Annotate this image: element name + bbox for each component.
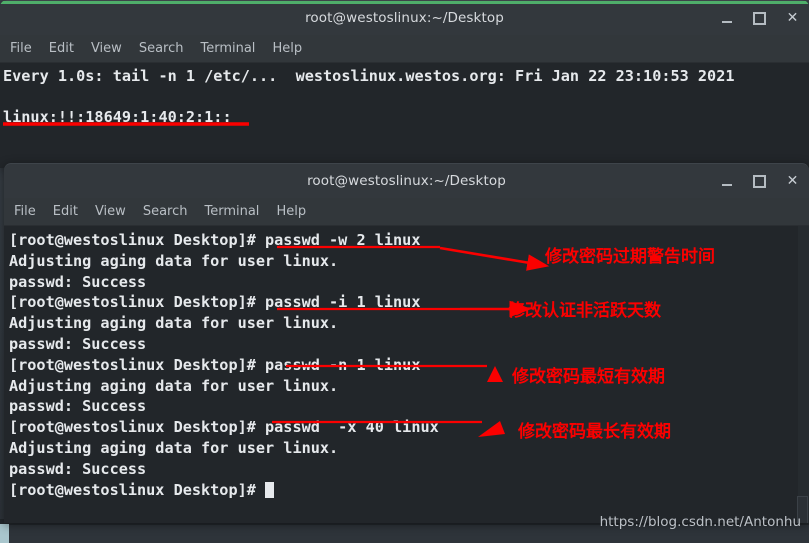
window2-menubar: File Edit View Search Terminal Help (4, 198, 809, 226)
maximize-icon[interactable] (751, 10, 768, 27)
terminal-line: Adjusting aging data for user linux. (9, 438, 339, 457)
menu-view[interactable]: View (91, 41, 122, 56)
menu-help[interactable]: Help (272, 41, 302, 56)
terminal-line: [root@westoslinux Desktop]# passwd -n 1 … (9, 355, 421, 374)
terminal-line: Adjusting aging data for user linux. (9, 251, 339, 270)
menu-terminal[interactable]: Terminal (200, 41, 255, 56)
terminal-line: passwd: Success (9, 459, 147, 478)
terminal-line: [root@westoslinux Desktop]# passwd -i 1 … (9, 293, 421, 312)
window1-terminal-output[interactable]: Every 1.0s: tail -n 1 /etc/... westoslin… (0, 63, 809, 168)
window1-titlebar[interactable]: root@westoslinux:~/Desktop ✕ (0, 0, 809, 35)
menu-view[interactable]: View (95, 204, 126, 219)
close-icon[interactable]: ✕ (784, 10, 801, 27)
menu-edit[interactable]: Edit (49, 41, 74, 56)
screen-root: root@westoslinux:~/Desktop ✕ File Edit V… (0, 0, 809, 543)
minimize-icon[interactable] (718, 10, 735, 27)
menu-search[interactable]: Search (143, 204, 188, 219)
terminal-line: passwd: Success (9, 334, 147, 353)
close-icon[interactable]: ✕ (784, 173, 801, 190)
terminal-line: [root@westoslinux Desktop]# passwd -x 40… (9, 418, 439, 437)
watch-header-line: Every 1.0s: tail -n 1 /etc/... westoslin… (3, 67, 735, 85)
window1-title: root@westoslinux:~/Desktop (305, 10, 504, 26)
terminal-line: passwd: Success (9, 272, 147, 291)
shadow-entry-line: linux:!!:18649:1:40:2:1:: (3, 108, 232, 126)
text-cursor (265, 481, 275, 498)
desktop-left-accent (0, 524, 9, 543)
window2-titlebar[interactable]: root@westoslinux:~/Desktop ✕ (4, 163, 809, 198)
window2-terminal-output[interactable]: [root@westoslinux Desktop]# passwd -w 2 … (4, 226, 809, 523)
maximize-icon[interactable] (751, 173, 768, 190)
terminal-window-watch[interactable]: root@westoslinux:~/Desktop ✕ File Edit V… (0, 0, 809, 168)
terminal-prompt-line[interactable]: [root@westoslinux Desktop]# (9, 480, 439, 501)
menu-terminal[interactable]: Terminal (204, 204, 259, 219)
menu-help[interactable]: Help (276, 204, 306, 219)
watermark-url: https://blog.csdn.net/Antonhu (599, 514, 801, 530)
window2-title: root@westoslinux:~/Desktop (307, 173, 506, 189)
passwd-session-lines: [root@westoslinux Desktop]# passwd -w 2 … (9, 230, 439, 500)
window1-menubar: File Edit View Search Terminal Help (0, 35, 809, 63)
menu-file[interactable]: File (10, 41, 32, 56)
terminal-line: Adjusting aging data for user linux. (9, 376, 339, 395)
terminal-line: [root@westoslinux Desktop]# passwd -w 2 … (9, 231, 421, 249)
terminal-line: Adjusting aging data for user linux. (9, 314, 339, 333)
terminal-line: passwd: Success (9, 397, 147, 416)
menu-search[interactable]: Search (139, 41, 184, 56)
minimize-icon[interactable] (718, 173, 735, 190)
window1-controls: ✕ (718, 1, 801, 35)
terminal-window-passwd[interactable]: root@westoslinux:~/Desktop ✕ File Edit V… (4, 163, 809, 523)
menu-file[interactable]: File (14, 204, 36, 219)
menu-edit[interactable]: Edit (53, 204, 78, 219)
window2-controls: ✕ (718, 164, 801, 198)
prompt-text: [root@westoslinux Desktop]# (9, 480, 266, 499)
vertical-scrollbar[interactable] (797, 226, 809, 523)
